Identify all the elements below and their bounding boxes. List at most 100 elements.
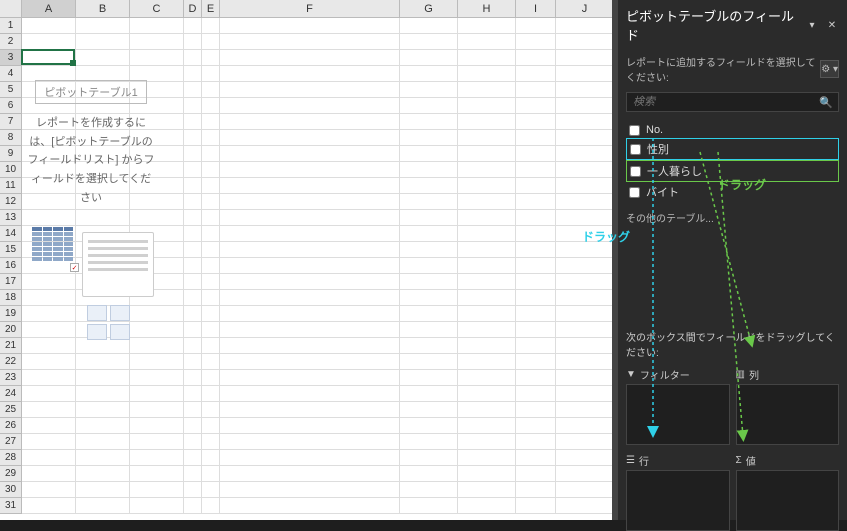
cell[interactable] [202, 50, 220, 66]
cell[interactable] [130, 50, 184, 66]
cell[interactable] [516, 482, 556, 498]
cell[interactable] [458, 210, 516, 226]
cell[interactable] [556, 370, 614, 386]
cell[interactable] [202, 466, 220, 482]
cell[interactable] [556, 258, 614, 274]
field-checkbox[interactable] [630, 144, 641, 155]
cell[interactable] [458, 434, 516, 450]
row-header[interactable]: 13 [0, 210, 22, 226]
row-header[interactable]: 18 [0, 290, 22, 306]
cell[interactable] [458, 114, 516, 130]
columns-area[interactable]: ▥列 [736, 365, 840, 445]
cell[interactable] [400, 258, 458, 274]
row-header[interactable]: 4 [0, 66, 22, 82]
cell[interactable] [400, 386, 458, 402]
cell[interactable] [76, 450, 130, 466]
cell[interactable] [22, 418, 76, 434]
cell[interactable] [516, 146, 556, 162]
cell[interactable] [400, 402, 458, 418]
cell[interactable] [516, 50, 556, 66]
cell[interactable] [220, 338, 400, 354]
cell[interactable] [202, 18, 220, 34]
cell[interactable] [184, 370, 202, 386]
cell[interactable] [202, 354, 220, 370]
cell[interactable] [184, 130, 202, 146]
column-header[interactable]: C [130, 0, 184, 18]
cell[interactable] [202, 450, 220, 466]
cell[interactable] [220, 322, 400, 338]
cell[interactable] [400, 210, 458, 226]
cell[interactable] [130, 370, 184, 386]
cell[interactable] [22, 354, 76, 370]
row-header[interactable]: 28 [0, 450, 22, 466]
cell[interactable] [556, 226, 614, 242]
cell[interactable] [556, 130, 614, 146]
cell[interactable] [22, 450, 76, 466]
cell[interactable] [220, 354, 400, 370]
row-header[interactable]: 22 [0, 354, 22, 370]
cell[interactable] [184, 146, 202, 162]
row-header[interactable]: 21 [0, 338, 22, 354]
cell[interactable] [400, 418, 458, 434]
cell[interactable] [516, 194, 556, 210]
cell[interactable] [458, 402, 516, 418]
cell[interactable] [76, 434, 130, 450]
cell[interactable] [22, 34, 76, 50]
row-header[interactable]: 26 [0, 418, 22, 434]
cell[interactable] [556, 434, 614, 450]
row-header[interactable]: 7 [0, 114, 22, 130]
cell[interactable] [516, 98, 556, 114]
cell[interactable] [130, 482, 184, 498]
cell[interactable] [516, 258, 556, 274]
cell[interactable] [184, 322, 202, 338]
cell[interactable] [458, 226, 516, 242]
cell[interactable] [202, 194, 220, 210]
cell[interactable] [400, 66, 458, 82]
column-header[interactable]: H [458, 0, 516, 18]
cell[interactable] [22, 18, 76, 34]
cell[interactable] [458, 162, 516, 178]
cell[interactable] [400, 50, 458, 66]
cell[interactable] [400, 162, 458, 178]
cell[interactable] [220, 498, 400, 514]
cell[interactable] [220, 402, 400, 418]
cell[interactable] [556, 402, 614, 418]
column-header[interactable]: I [516, 0, 556, 18]
cell[interactable] [400, 242, 458, 258]
row-header[interactable]: 16 [0, 258, 22, 274]
cell[interactable] [202, 98, 220, 114]
cell[interactable] [184, 194, 202, 210]
cell[interactable] [76, 50, 130, 66]
cell[interactable] [130, 434, 184, 450]
field-item[interactable]: 性別 [626, 138, 839, 160]
cell[interactable] [220, 306, 400, 322]
column-header[interactable]: E [202, 0, 220, 18]
cell[interactable] [202, 34, 220, 50]
cell[interactable] [130, 34, 184, 50]
cell[interactable] [556, 242, 614, 258]
cell[interactable] [220, 466, 400, 482]
cell[interactable] [22, 434, 76, 450]
cell[interactable] [400, 82, 458, 98]
cell[interactable] [458, 338, 516, 354]
cell[interactable] [556, 306, 614, 322]
cell[interactable] [130, 466, 184, 482]
row-header[interactable]: 29 [0, 466, 22, 482]
cell[interactable] [458, 290, 516, 306]
cell[interactable] [220, 274, 400, 290]
cell[interactable] [400, 370, 458, 386]
cell[interactable] [516, 178, 556, 194]
cell[interactable] [400, 146, 458, 162]
cell[interactable] [458, 178, 516, 194]
close-icon[interactable]: ✕ [825, 18, 839, 32]
cell[interactable] [516, 322, 556, 338]
field-item[interactable]: No. [626, 122, 839, 138]
cell[interactable] [516, 226, 556, 242]
cell[interactable] [130, 386, 184, 402]
field-item[interactable]: バイト [626, 182, 839, 202]
cell[interactable] [184, 162, 202, 178]
cell[interactable] [556, 322, 614, 338]
cell[interactable] [202, 114, 220, 130]
row-header[interactable]: 15 [0, 242, 22, 258]
cell[interactable] [400, 354, 458, 370]
